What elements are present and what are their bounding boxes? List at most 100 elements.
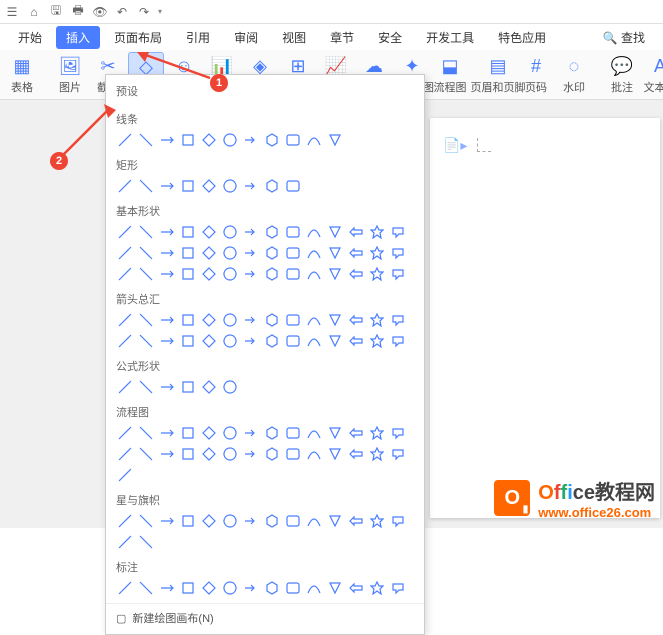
shape-option[interactable] xyxy=(221,265,239,283)
home-icon[interactable]: ⌂ xyxy=(26,4,42,20)
shape-option[interactable] xyxy=(242,177,260,195)
shape-option[interactable] xyxy=(347,223,365,241)
shape-option[interactable] xyxy=(179,512,197,530)
shape-option[interactable] xyxy=(158,579,176,597)
shape-option[interactable] xyxy=(305,332,323,350)
shape-option[interactable] xyxy=(179,244,197,262)
shape-option[interactable] xyxy=(284,512,302,530)
menu-references[interactable]: 引用 xyxy=(176,26,220,49)
shape-option[interactable] xyxy=(200,378,218,396)
shape-option[interactable] xyxy=(263,424,281,442)
shape-option[interactable] xyxy=(179,445,197,463)
shape-option[interactable] xyxy=(326,131,344,149)
shape-option[interactable] xyxy=(137,512,155,530)
qat-more-icon[interactable]: ▾ xyxy=(158,7,162,16)
shape-option[interactable] xyxy=(263,223,281,241)
undo-icon[interactable]: ↶ xyxy=(114,4,130,20)
shape-option[interactable] xyxy=(305,424,323,442)
menu-view[interactable]: 视图 xyxy=(272,26,316,49)
shape-option[interactable] xyxy=(347,424,365,442)
shape-option[interactable] xyxy=(221,378,239,396)
menu-start[interactable]: 开始 xyxy=(8,26,52,49)
shape-option[interactable] xyxy=(137,223,155,241)
shape-option[interactable] xyxy=(389,445,407,463)
menu-review[interactable]: 审阅 xyxy=(224,26,268,49)
shape-option[interactable] xyxy=(158,131,176,149)
shape-option[interactable] xyxy=(137,533,155,551)
shape-option[interactable] xyxy=(116,378,134,396)
shape-option[interactable] xyxy=(137,177,155,195)
ribbon-pagenum[interactable]: #页码 xyxy=(518,52,554,97)
shape-option[interactable] xyxy=(158,332,176,350)
shape-option[interactable] xyxy=(116,466,134,484)
menu-security[interactable]: 安全 xyxy=(368,26,412,49)
shape-option[interactable] xyxy=(326,445,344,463)
shape-option[interactable] xyxy=(263,244,281,262)
shape-option[interactable] xyxy=(284,332,302,350)
shape-option[interactable] xyxy=(263,177,281,195)
shape-option[interactable] xyxy=(368,265,386,283)
shape-option[interactable] xyxy=(284,311,302,329)
shape-option[interactable] xyxy=(242,244,260,262)
shape-option[interactable] xyxy=(347,265,365,283)
shape-option[interactable] xyxy=(221,512,239,530)
shape-option[interactable] xyxy=(116,424,134,442)
shape-option[interactable] xyxy=(389,223,407,241)
shape-option[interactable] xyxy=(326,265,344,283)
shape-option[interactable] xyxy=(200,424,218,442)
shape-option[interactable] xyxy=(347,445,365,463)
shape-option[interactable] xyxy=(158,244,176,262)
shape-option[interactable] xyxy=(305,131,323,149)
shape-option[interactable] xyxy=(347,244,365,262)
shape-option[interactable] xyxy=(221,131,239,149)
shape-option[interactable] xyxy=(389,512,407,530)
shape-option[interactable] xyxy=(326,512,344,530)
shape-option[interactable] xyxy=(326,311,344,329)
shape-option[interactable] xyxy=(116,445,134,463)
menu-insert[interactable]: 插入 xyxy=(56,26,100,49)
shape-option[interactable] xyxy=(200,265,218,283)
shape-option[interactable] xyxy=(221,424,239,442)
shape-option[interactable] xyxy=(221,244,239,262)
shape-option[interactable] xyxy=(368,244,386,262)
shape-option[interactable] xyxy=(389,244,407,262)
shape-option[interactable] xyxy=(263,579,281,597)
preview-icon[interactable]: 👁 xyxy=(92,4,108,20)
redo-icon[interactable]: ↷ xyxy=(136,4,152,20)
shape-option[interactable] xyxy=(179,131,197,149)
menu-devtools[interactable]: 开发工具 xyxy=(416,26,484,49)
shape-option[interactable] xyxy=(305,265,323,283)
shape-option[interactable] xyxy=(200,244,218,262)
shape-option[interactable] xyxy=(305,445,323,463)
ribbon-image[interactable]: 🖼图片 xyxy=(52,52,88,97)
shape-option[interactable] xyxy=(221,579,239,597)
shape-option[interactable] xyxy=(158,424,176,442)
shape-option[interactable] xyxy=(284,424,302,442)
shape-option[interactable] xyxy=(242,265,260,283)
shape-option[interactable] xyxy=(116,244,134,262)
shape-option[interactable] xyxy=(305,244,323,262)
shape-option[interactable] xyxy=(305,311,323,329)
search-menu[interactable]: 🔍 查找 xyxy=(593,26,655,49)
shape-option[interactable] xyxy=(221,445,239,463)
shape-option[interactable] xyxy=(116,512,134,530)
shape-option[interactable] xyxy=(242,332,260,350)
ribbon-table[interactable]: ▦表格 xyxy=(4,52,40,97)
shape-option[interactable] xyxy=(179,311,197,329)
menu-pagelayout[interactable]: 页面布局 xyxy=(104,26,172,49)
shape-option[interactable] xyxy=(116,311,134,329)
menu-icon[interactable]: ☰ xyxy=(4,4,20,20)
shape-option[interactable] xyxy=(179,378,197,396)
shape-option[interactable] xyxy=(242,445,260,463)
shape-option[interactable] xyxy=(263,332,281,350)
shape-option[interactable] xyxy=(263,512,281,530)
shape-option[interactable] xyxy=(200,223,218,241)
shape-option[interactable] xyxy=(242,579,260,597)
shape-option[interactable] xyxy=(221,223,239,241)
shape-option[interactable] xyxy=(221,332,239,350)
shape-option[interactable] xyxy=(179,332,197,350)
shape-option[interactable] xyxy=(200,445,218,463)
shape-option[interactable] xyxy=(389,579,407,597)
shape-option[interactable] xyxy=(389,311,407,329)
shape-option[interactable] xyxy=(347,579,365,597)
